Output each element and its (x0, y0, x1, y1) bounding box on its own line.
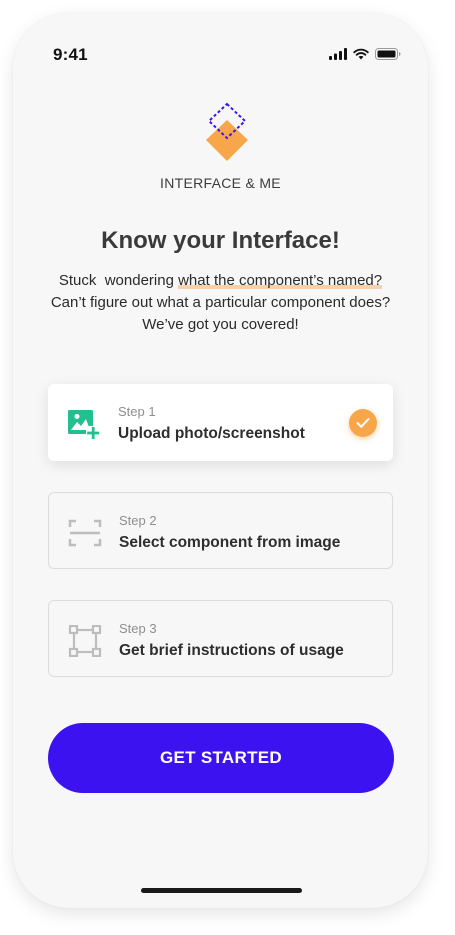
step-3-title: Get brief instructions of usage (119, 642, 344, 659)
brand-name: INTERFACE & ME (160, 175, 281, 191)
status-bar: 9:41 (13, 13, 428, 73)
bounding-box-icon (68, 625, 102, 657)
step-3-number: Step 3 (119, 621, 157, 636)
select-frame-icon (68, 519, 102, 547)
intro-text-highlight: what the component’s named? (178, 272, 383, 289)
step-2-number: Step 2 (119, 513, 157, 528)
step-3-card[interactable]: Step 3 Get brief instructions of usage (48, 600, 393, 677)
step-1-title: Upload photo/screenshot (118, 425, 305, 442)
status-time: 9:41 (53, 45, 88, 64)
cellular-signal-icon (329, 48, 347, 60)
page-title: Know your Interface! (101, 227, 340, 254)
battery-icon (375, 48, 401, 60)
intro-text-line-3: We’ve got you covered! (142, 316, 299, 333)
app-logo (206, 102, 248, 161)
checkmark-icon (356, 418, 370, 428)
home-indicator[interactable] (141, 888, 302, 893)
step-1-number: Step 1 (118, 404, 156, 419)
add-image-icon (68, 410, 100, 440)
step-1-complete-badge (349, 409, 377, 437)
step-2-title: Select component from image (119, 534, 341, 551)
get-started-button[interactable]: GET STARTED (48, 723, 394, 793)
step-1-card[interactable]: Step 1 Upload photo/screenshot (48, 384, 393, 461)
intro-text-line-2: Can’t figure out what a particular compo… (50, 294, 391, 311)
phone-screen: 9:41 INTERFACE & ME Know your Interface!… (13, 13, 428, 908)
wifi-icon (353, 48, 369, 60)
status-icons (329, 47, 401, 61)
intro-text: Stuck wondering what the component’s nam… (23, 270, 418, 336)
intro-text-prefix: Stuck wondering (58, 272, 179, 289)
step-2-card[interactable]: Step 2 Select component from image (48, 492, 393, 569)
